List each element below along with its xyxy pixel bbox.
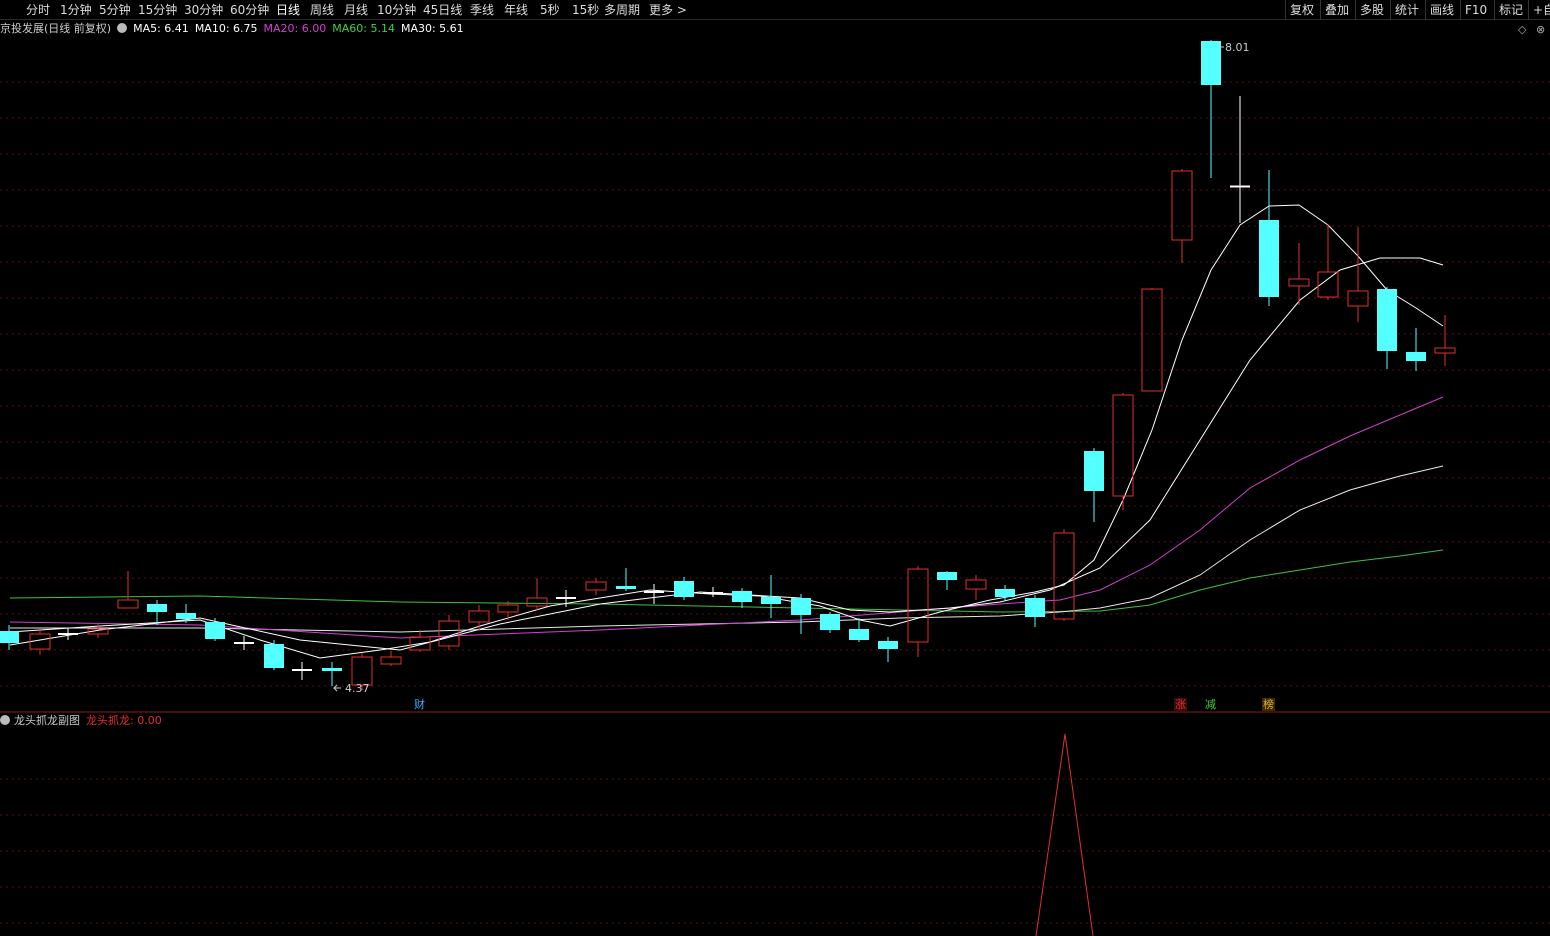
event-tag-rise[interactable]: 涨 bbox=[1174, 698, 1187, 711]
ma10-line bbox=[9, 257, 1444, 651]
candle-body-down bbox=[1025, 598, 1045, 617]
candle-body-down bbox=[732, 591, 752, 602]
candle-body-down bbox=[878, 641, 898, 649]
candle-body-down bbox=[820, 614, 840, 630]
event-tag-reduce[interactable]: 减 bbox=[1204, 698, 1217, 711]
candle-body-down bbox=[1201, 41, 1221, 85]
candle-body-down bbox=[322, 668, 342, 671]
sub-indicator-label: 龙头抓龙: 0.00 bbox=[86, 714, 162, 727]
sub-indicator-chart bbox=[1035, 733, 1094, 936]
ma30-line bbox=[10, 465, 1444, 633]
candle-body-down bbox=[616, 586, 636, 589]
event-tag-list[interactable]: 榜 bbox=[1262, 698, 1275, 711]
candle-body-up bbox=[351, 656, 373, 686]
low-price-label: 4.37 bbox=[345, 682, 370, 695]
kline-chart[interactable]: 8.01 4.37 bbox=[0, 0, 1550, 936]
candle-body-up bbox=[585, 581, 607, 591]
candle-body-down bbox=[674, 581, 694, 597]
candle-body-down bbox=[1259, 220, 1279, 297]
candle-body-up bbox=[907, 568, 929, 643]
candle-body-up bbox=[965, 579, 987, 590]
settings-toggle-icon[interactable] bbox=[117, 23, 128, 33]
candle-body-up bbox=[1434, 347, 1456, 354]
candle-body-down bbox=[1377, 289, 1397, 351]
candle-body-down bbox=[1084, 451, 1104, 491]
ma5-line bbox=[9, 204, 1444, 659]
ma30-label: MA30: 5.61 bbox=[400, 22, 464, 35]
candle-body-down bbox=[0, 631, 19, 643]
candle-body-down bbox=[995, 589, 1015, 597]
candle-body-up bbox=[1141, 288, 1163, 392]
ma20-label: MA20: 6.00 bbox=[263, 22, 327, 35]
candle-body-down bbox=[176, 613, 196, 619]
candle-body-up bbox=[117, 599, 139, 609]
stock-title: 京投发展(日线 前复权) bbox=[0, 22, 112, 35]
candle-body-up bbox=[1171, 170, 1193, 241]
candle-body-up bbox=[526, 597, 548, 607]
sub-settings-toggle-icon[interactable] bbox=[0, 715, 10, 725]
sub-indicator-spike bbox=[1035, 733, 1094, 936]
moving-average-lines bbox=[9, 204, 1444, 659]
candle-body-up bbox=[497, 604, 519, 613]
candle-body-down bbox=[1406, 352, 1426, 361]
candle-body-up bbox=[380, 656, 402, 665]
ma60-label: MA60: 5.14 bbox=[332, 22, 395, 35]
ma60-line bbox=[9, 549, 1444, 613]
candle-body-down bbox=[761, 597, 781, 604]
candle-body-up bbox=[1288, 278, 1310, 287]
candle-body-down bbox=[205, 622, 225, 639]
diamond-icon[interactable]: ◇ bbox=[1518, 23, 1526, 36]
event-tag-financial[interactable]: 财 bbox=[413, 698, 426, 711]
candle-body-up bbox=[1112, 394, 1134, 497]
candlesticks bbox=[0, 40, 1456, 690]
high-price-label: 8.01 bbox=[1225, 41, 1250, 54]
sub-indicator-bar: 龙头抓龙副图 龙头抓龙: 0.00 bbox=[0, 713, 162, 729]
candle-body-down bbox=[937, 572, 957, 580]
candle-body-down bbox=[147, 604, 167, 612]
candle-body-down bbox=[791, 598, 811, 615]
candle-body-up bbox=[1053, 532, 1075, 620]
candle-body-down bbox=[264, 644, 284, 668]
ma20-line bbox=[9, 396, 1444, 639]
candle-body-down bbox=[849, 629, 869, 640]
main-indicator-bar: 京投发展(日线 前复权) MA5: 6.41 MA10: 6.75 MA20: 6.0… bbox=[0, 21, 470, 37]
sub-panel-title: 龙头抓龙副图 bbox=[14, 714, 80, 727]
candle-body-up bbox=[468, 610, 490, 623]
ma10-label: MA10: 6.75 bbox=[194, 22, 258, 35]
close-icon[interactable]: ⊗ bbox=[1536, 23, 1545, 36]
ma5-label: MA5: 6.41 bbox=[133, 22, 189, 35]
